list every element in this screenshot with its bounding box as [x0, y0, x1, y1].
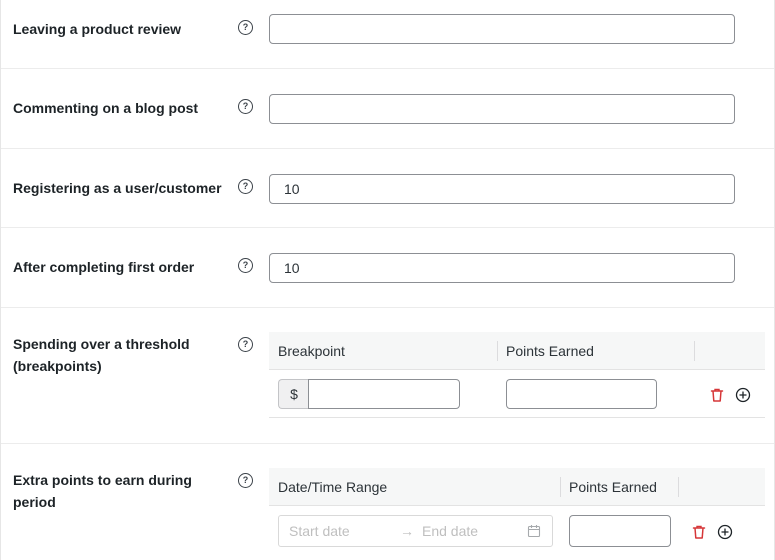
help-icon[interactable]: ? [238, 99, 253, 114]
first-order-input[interactable] [269, 253, 735, 283]
help-icon[interactable]: ? [238, 20, 253, 35]
column-divider [678, 477, 679, 497]
column-divider [560, 477, 561, 497]
blog-comment-input[interactable] [269, 94, 735, 124]
points-column-header: Points Earned [506, 343, 594, 359]
blog-comment-label: Commenting on a blog post [13, 100, 199, 116]
row-period: Extra points to earn during period ? Dat… [1, 444, 774, 560]
column-divider [694, 341, 695, 361]
period-points-column-header: Points Earned [569, 479, 657, 495]
start-date-input[interactable]: Start date [289, 516, 350, 546]
help-icon[interactable]: ? [238, 258, 253, 273]
period-table-row: Start date → End date [269, 506, 765, 554]
plus-circle-icon[interactable] [717, 524, 733, 540]
trash-icon[interactable] [691, 524, 707, 540]
trash-icon[interactable] [709, 387, 725, 403]
help-icon[interactable]: ? [238, 179, 253, 194]
date-range-picker[interactable]: Start date → End date [278, 515, 553, 547]
plus-circle-icon[interactable] [735, 387, 751, 403]
column-divider [497, 341, 498, 361]
period-label: Extra points to earn during period [13, 472, 192, 510]
currency-prefix: $ [278, 379, 309, 409]
range-column-header: Date/Time Range [278, 479, 388, 495]
help-icon[interactable]: ? [238, 473, 253, 488]
period-points-input[interactable] [569, 515, 671, 547]
product-review-label: Leaving a product review [13, 21, 182, 37]
product-review-input[interactable] [269, 14, 735, 44]
row-threshold: Spending over a threshold (breakpoints) … [1, 308, 774, 444]
first-order-label: After completing first order [13, 259, 195, 275]
points-settings-form: Leaving a product review ? Commenting on… [0, 0, 775, 560]
period-table-header: Date/Time Range Points Earned [269, 468, 765, 506]
breakpoint-input[interactable] [308, 379, 460, 409]
row-product-review: Leaving a product review ? [1, 0, 774, 69]
breakpoint-points-input[interactable] [506, 379, 657, 409]
registration-label: Registering as a user/customer [13, 180, 222, 196]
help-icon[interactable]: ? [238, 337, 253, 352]
range-arrow: → [400, 523, 414, 539]
row-first-order: After completing first order ? [1, 228, 774, 308]
breakpoint-table-row: $ [269, 370, 765, 418]
threshold-label: Spending over a threshold (breakpoints) [13, 336, 190, 374]
row-blog-comment: Commenting on a blog post ? [1, 69, 774, 149]
row-registration: Registering as a user/customer ? [1, 149, 774, 228]
calendar-icon[interactable] [527, 524, 541, 538]
breakpoint-table-header: Breakpoint Points Earned [269, 332, 765, 370]
registration-input[interactable] [269, 174, 735, 204]
breakpoint-column-header: Breakpoint [278, 343, 345, 359]
end-date-input[interactable]: End date [422, 516, 478, 546]
